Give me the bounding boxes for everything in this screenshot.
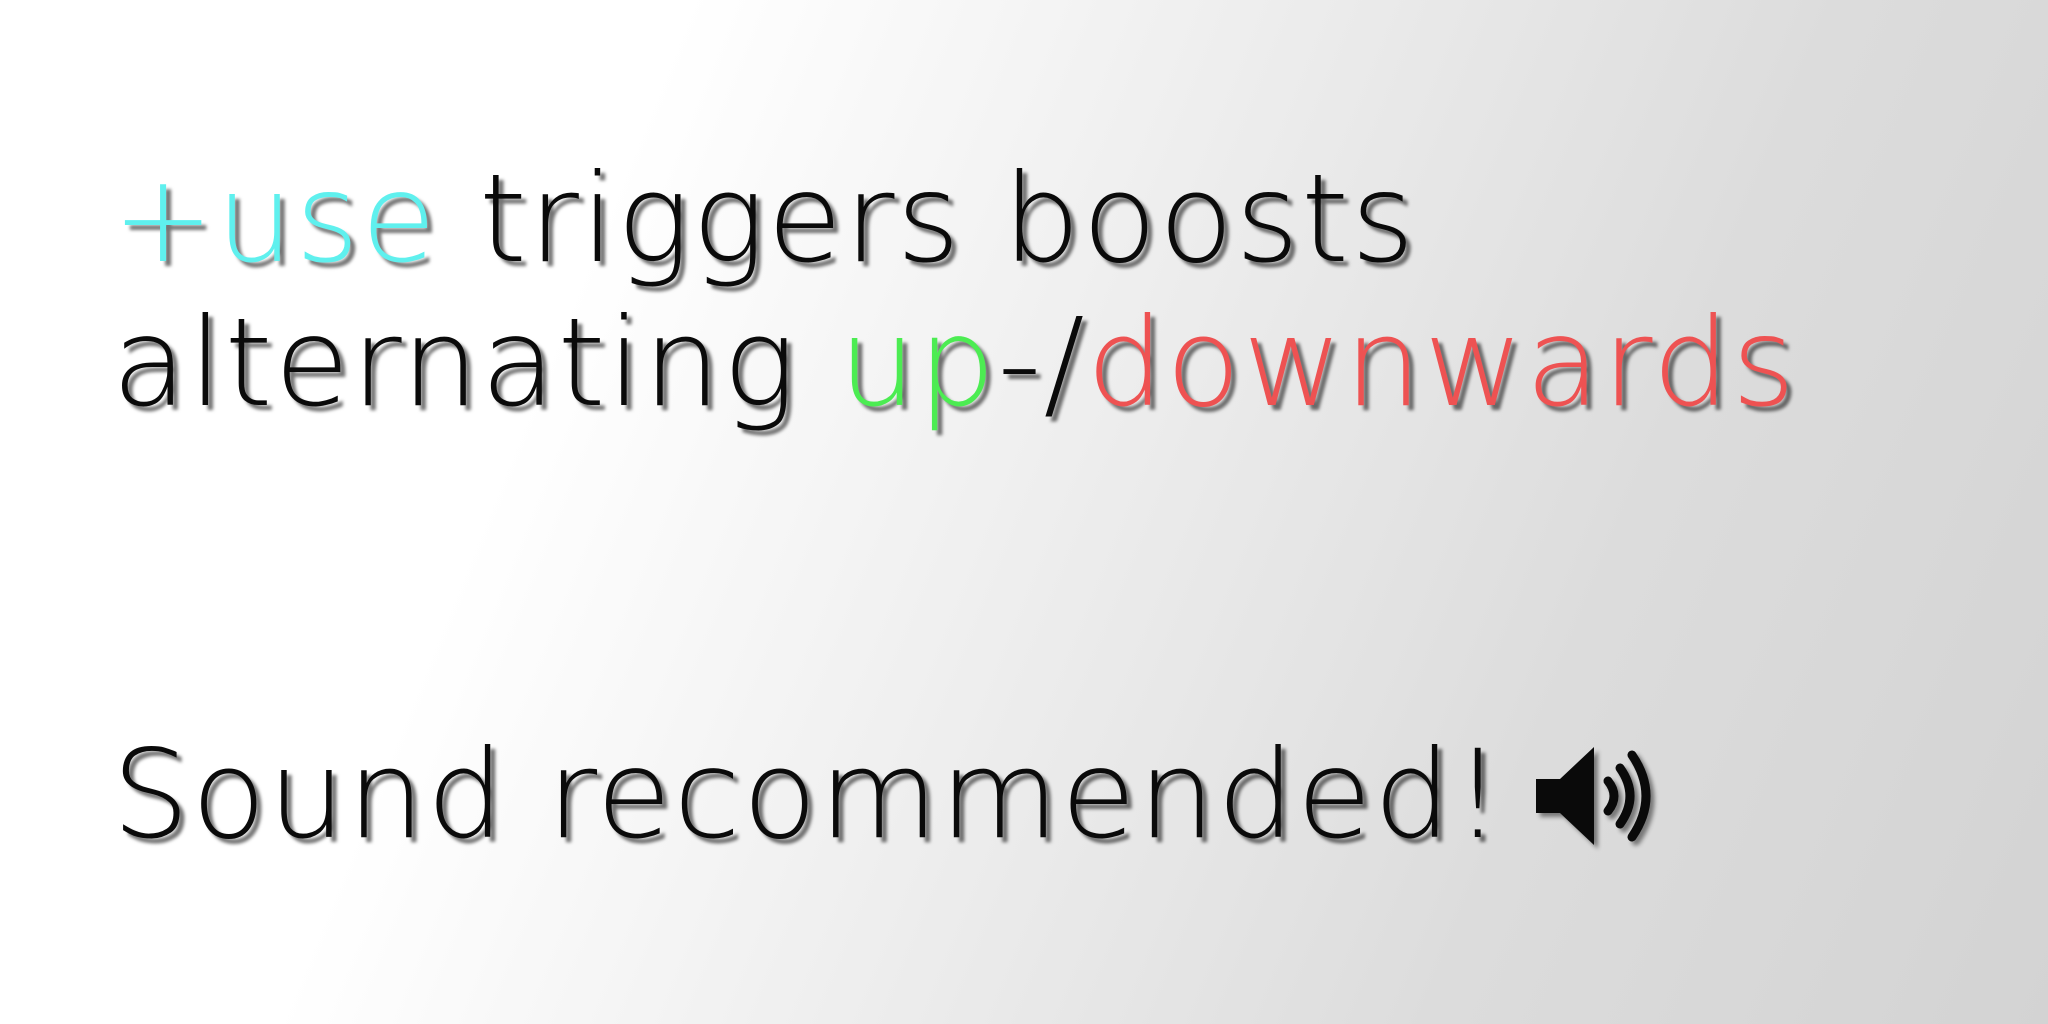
instruction-line-use: +use triggers boosts [112, 158, 1417, 280]
downwards-label: downwards [1086, 292, 1798, 434]
instruction-screen: +use triggers boosts alternating up-/dow… [0, 0, 2048, 1024]
sound-recommendation: Sound recommended! [112, 734, 1658, 856]
direction-separator: -/ [997, 292, 1087, 434]
use-description: triggers boosts [438, 148, 1417, 290]
use-key-label: +use [112, 148, 439, 290]
instruction-line-direction: alternating up-/downwards [112, 302, 1797, 424]
direction-prefix: alternating [112, 292, 839, 434]
up-label: up [838, 292, 998, 434]
sound-recommendation-text: Sound recommended! [112, 724, 1505, 866]
speaker-volume-icon [1536, 747, 1651, 845]
